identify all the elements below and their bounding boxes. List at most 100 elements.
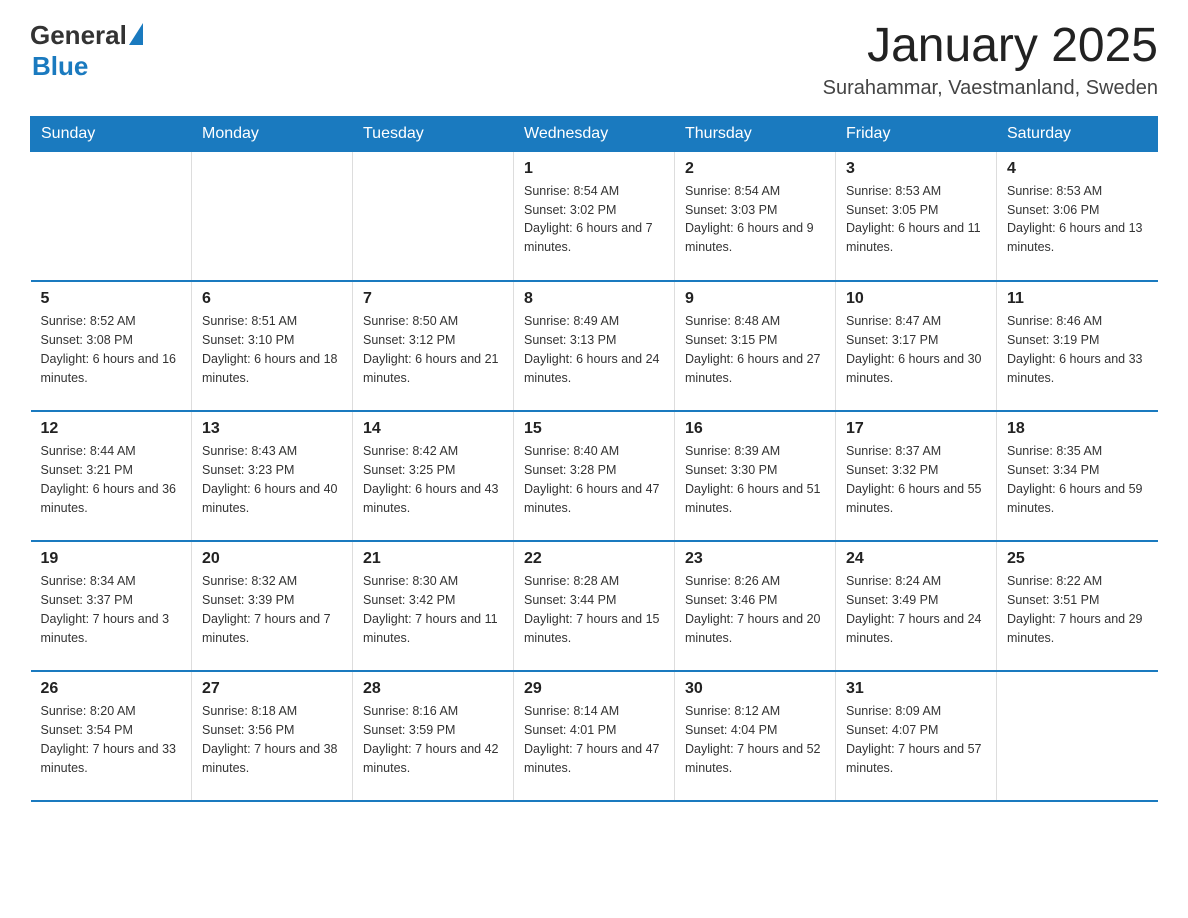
day-number: 14 — [363, 420, 503, 438]
calendar-header-row: SundayMondayTuesdayWednesdayThursdayFrid… — [31, 116, 1158, 151]
day-info: Sunrise: 8:43 AM Sunset: 3:23 PM Dayligh… — [202, 442, 342, 517]
day-cell: 31 Sunrise: 8:09 AM Sunset: 4:07 PM Dayli… — [836, 671, 997, 801]
day-cell: 16 Sunrise: 8:39 AM Sunset: 3:30 PM Dayli… — [675, 411, 836, 541]
day-cell: 13 Sunrise: 8:43 AM Sunset: 3:23 PM Dayli… — [192, 411, 353, 541]
day-info: Sunrise: 8:14 AM Sunset: 4:01 PM Dayligh… — [524, 702, 664, 777]
day-info: Sunrise: 8:12 AM Sunset: 4:04 PM Dayligh… — [685, 702, 825, 777]
day-cell — [192, 151, 353, 281]
day-info: Sunrise: 8:40 AM Sunset: 3:28 PM Dayligh… — [524, 442, 664, 517]
day-cell: 7 Sunrise: 8:50 AM Sunset: 3:12 PM Daylig… — [353, 281, 514, 411]
day-cell: 17Sunrise: 8:37 AM Sunset: 3:32 PM Dayli… — [836, 411, 997, 541]
day-number: 3 — [846, 160, 986, 178]
day-info: Sunrise: 8:53 AM Sunset: 3:06 PM Dayligh… — [1007, 182, 1148, 257]
day-info: Sunrise: 8:30 AM Sunset: 3:42 PM Dayligh… — [363, 572, 503, 647]
day-number: 23 — [685, 550, 825, 568]
day-number: 19 — [41, 550, 182, 568]
day-number: 8 — [524, 290, 664, 308]
day-number: 31 — [846, 680, 986, 698]
day-cell: 14Sunrise: 8:42 AM Sunset: 3:25 PM Dayli… — [353, 411, 514, 541]
day-info: Sunrise: 8:16 AM Sunset: 3:59 PM Dayligh… — [363, 702, 503, 777]
day-cell: 27Sunrise: 8:18 AM Sunset: 3:56 PM Dayli… — [192, 671, 353, 801]
day-cell: 25Sunrise: 8:22 AM Sunset: 3:51 PM Dayli… — [997, 541, 1158, 671]
day-cell: 23Sunrise: 8:26 AM Sunset: 3:46 PM Dayli… — [675, 541, 836, 671]
header-tuesday: Tuesday — [353, 116, 514, 151]
day-cell: 21 Sunrise: 8:30 AM Sunset: 3:42 PM Dayli… — [353, 541, 514, 671]
logo-general-text: General — [30, 20, 127, 51]
header-friday: Friday — [836, 116, 997, 151]
day-cell: 22 Sunrise: 8:28 AM Sunset: 3:44 PM Dayli… — [514, 541, 675, 671]
location-title: Surahammar, Vaestmanland, Sweden — [823, 77, 1158, 100]
day-cell: 18 Sunrise: 8:35 AM Sunset: 3:34 PM Dayli… — [997, 411, 1158, 541]
day-number: 24 — [846, 550, 986, 568]
day-number: 7 — [363, 290, 503, 308]
day-info: Sunrise: 8:39 AM Sunset: 3:30 PM Dayligh… — [685, 442, 825, 517]
day-cell: 26 Sunrise: 8:20 AM Sunset: 3:54 PM Dayli… — [31, 671, 192, 801]
header-saturday: Saturday — [997, 116, 1158, 151]
title-block: January 2025 Surahammar, Vaestmanland, S… — [823, 20, 1158, 100]
day-cell: 2Sunrise: 8:54 AM Sunset: 3:03 PM Daylig… — [675, 151, 836, 281]
day-cell: 8Sunrise: 8:49 AM Sunset: 3:13 PM Daylig… — [514, 281, 675, 411]
day-number: 28 — [363, 680, 503, 698]
logo-triangle-icon — [129, 23, 143, 45]
day-number: 29 — [524, 680, 664, 698]
day-number: 1 — [524, 160, 664, 178]
day-number: 21 — [363, 550, 503, 568]
day-cell: 30Sunrise: 8:12 AM Sunset: 4:04 PM Dayli… — [675, 671, 836, 801]
day-cell: 19 Sunrise: 8:34 AM Sunset: 3:37 PM Dayli… — [31, 541, 192, 671]
day-number: 22 — [524, 550, 664, 568]
day-number: 13 — [202, 420, 342, 438]
day-info: Sunrise: 8:22 AM Sunset: 3:51 PM Dayligh… — [1007, 572, 1148, 647]
week-row-1: 1Sunrise: 8:54 AM Sunset: 3:02 PM Daylig… — [31, 151, 1158, 281]
day-cell: 11Sunrise: 8:46 AM Sunset: 3:19 PM Dayli… — [997, 281, 1158, 411]
day-number: 17 — [846, 420, 986, 438]
day-cell: 5Sunrise: 8:52 AM Sunset: 3:08 PM Daylig… — [31, 281, 192, 411]
month-title: January 2025 — [823, 20, 1158, 73]
day-cell: 12 Sunrise: 8:44 AM Sunset: 3:21 PM Dayli… — [31, 411, 192, 541]
header-monday: Monday — [192, 116, 353, 151]
day-number: 26 — [41, 680, 182, 698]
header-wednesday: Wednesday — [514, 116, 675, 151]
day-info: Sunrise: 8:53 AM Sunset: 3:05 PM Dayligh… — [846, 182, 986, 257]
day-info: Sunrise: 8:44 AM Sunset: 3:21 PM Dayligh… — [41, 442, 182, 517]
day-cell: 4Sunrise: 8:53 AM Sunset: 3:06 PM Daylig… — [997, 151, 1158, 281]
day-number: 11 — [1007, 290, 1148, 308]
day-number: 15 — [524, 420, 664, 438]
day-info: Sunrise: 8:47 AM Sunset: 3:17 PM Dayligh… — [846, 312, 986, 387]
week-row-2: 5Sunrise: 8:52 AM Sunset: 3:08 PM Daylig… — [31, 281, 1158, 411]
day-number: 27 — [202, 680, 342, 698]
day-cell: 1Sunrise: 8:54 AM Sunset: 3:02 PM Daylig… — [514, 151, 675, 281]
logo: General Blue — [30, 20, 143, 82]
day-cell: 3 Sunrise: 8:53 AM Sunset: 3:05 PM Daylig… — [836, 151, 997, 281]
day-number: 10 — [846, 290, 986, 308]
day-info: Sunrise: 8:51 AM Sunset: 3:10 PM Dayligh… — [202, 312, 342, 387]
day-info: Sunrise: 8:34 AM Sunset: 3:37 PM Dayligh… — [41, 572, 182, 647]
week-row-4: 19 Sunrise: 8:34 AM Sunset: 3:37 PM Dayli… — [31, 541, 1158, 671]
day-info: Sunrise: 8:48 AM Sunset: 3:15 PM Dayligh… — [685, 312, 825, 387]
day-cell: 29 Sunrise: 8:14 AM Sunset: 4:01 PM Dayli… — [514, 671, 675, 801]
day-info: Sunrise: 8:28 AM Sunset: 3:44 PM Dayligh… — [524, 572, 664, 647]
day-cell — [353, 151, 514, 281]
day-number: 9 — [685, 290, 825, 308]
day-info: Sunrise: 8:35 AM Sunset: 3:34 PM Dayligh… — [1007, 442, 1148, 517]
logo-blue-text: Blue — [32, 51, 88, 82]
calendar-table: SundayMondayTuesdayWednesdayThursdayFrid… — [30, 116, 1158, 803]
day-cell — [31, 151, 192, 281]
day-number: 12 — [41, 420, 182, 438]
day-info: Sunrise: 8:50 AM Sunset: 3:12 PM Dayligh… — [363, 312, 503, 387]
day-info: Sunrise: 8:32 AM Sunset: 3:39 PM Dayligh… — [202, 572, 342, 647]
week-row-3: 12 Sunrise: 8:44 AM Sunset: 3:21 PM Dayli… — [31, 411, 1158, 541]
day-number: 16 — [685, 420, 825, 438]
day-info: Sunrise: 8:09 AM Sunset: 4:07 PM Dayligh… — [846, 702, 986, 777]
day-info: Sunrise: 8:20 AM Sunset: 3:54 PM Dayligh… — [41, 702, 182, 777]
header-thursday: Thursday — [675, 116, 836, 151]
day-cell: 24 Sunrise: 8:24 AM Sunset: 3:49 PM Dayli… — [836, 541, 997, 671]
day-cell: 28 Sunrise: 8:16 AM Sunset: 3:59 PM Dayli… — [353, 671, 514, 801]
day-number: 18 — [1007, 420, 1148, 438]
day-cell: 10 Sunrise: 8:47 AM Sunset: 3:17 PM Dayli… — [836, 281, 997, 411]
day-cell: 9 Sunrise: 8:48 AM Sunset: 3:15 PM Daylig… — [675, 281, 836, 411]
day-number: 5 — [41, 290, 182, 308]
day-number: 6 — [202, 290, 342, 308]
day-info: Sunrise: 8:24 AM Sunset: 3:49 PM Dayligh… — [846, 572, 986, 647]
day-cell: 6 Sunrise: 8:51 AM Sunset: 3:10 PM Daylig… — [192, 281, 353, 411]
day-cell: 20Sunrise: 8:32 AM Sunset: 3:39 PM Dayli… — [192, 541, 353, 671]
